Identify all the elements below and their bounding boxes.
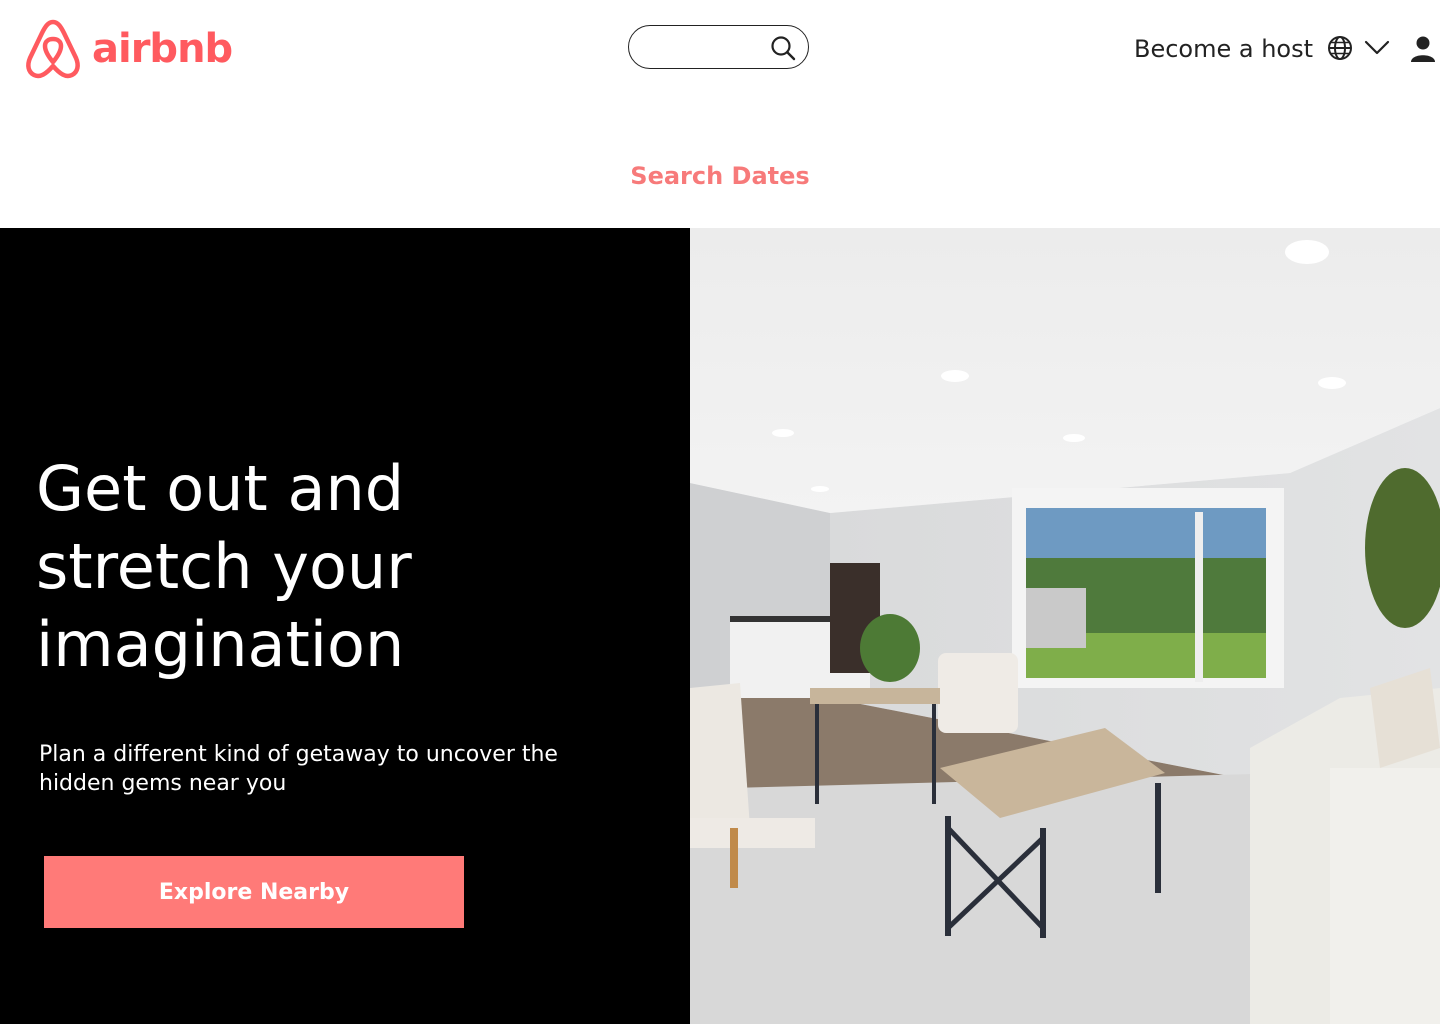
hero-panel: Get out and stretch your imagination Pla…: [0, 228, 690, 1024]
search-bar[interactable]: [628, 25, 809, 69]
brand-name: airbnb: [92, 26, 233, 72]
explore-nearby-button[interactable]: Explore Nearby: [44, 856, 464, 928]
airbnb-logo-icon: [26, 19, 80, 79]
user-icon[interactable]: [1410, 35, 1436, 63]
hero-title: Get out and stretch your imagination: [36, 452, 412, 681]
hero-subtitle: Plan a different kind of getaway to unco…: [39, 742, 558, 796]
living-room-photo: [690, 228, 1440, 1024]
search-icon[interactable]: [770, 35, 796, 61]
become-host-link[interactable]: Become a host: [1134, 32, 1313, 66]
chevron-down-icon[interactable]: [1364, 37, 1390, 57]
search-input[interactable]: [645, 34, 769, 62]
search-dates-link[interactable]: Search Dates: [0, 162, 1440, 190]
globe-icon[interactable]: [1327, 35, 1353, 61]
site-header: airbnb Become a host Search Dates: [0, 0, 1440, 228]
brand-logo[interactable]: airbnb: [24, 18, 233, 80]
